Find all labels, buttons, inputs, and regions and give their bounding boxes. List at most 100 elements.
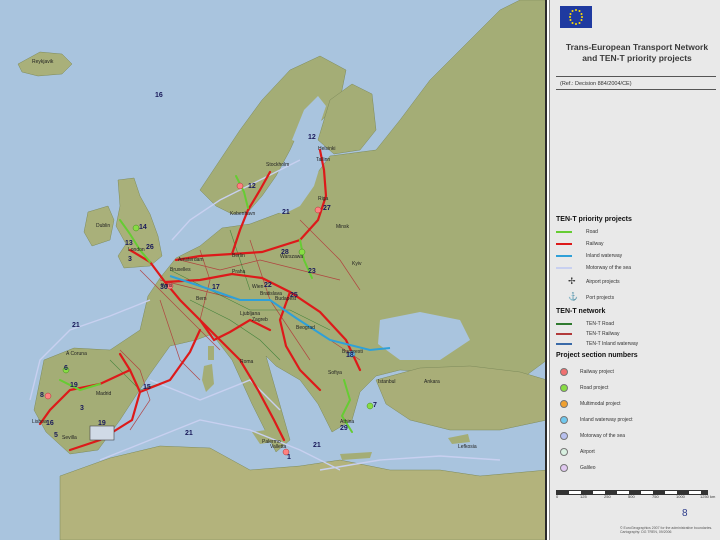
legend-item-label: Inland waterway project xyxy=(580,417,633,423)
map-city-label: Kobenhavn xyxy=(230,211,256,217)
project-number-label: 1 xyxy=(287,454,291,461)
map-city-label: Wien xyxy=(252,284,264,290)
map-city-label: Zagreb xyxy=(252,317,268,323)
legend-panel: Trans-European Transport Network and TEN… xyxy=(549,0,720,540)
project-number-label: 21 xyxy=(185,430,193,437)
project-number-label: 12 xyxy=(248,183,256,190)
legend-item-label: TEN-T Road xyxy=(586,321,614,327)
map-city-label: Roma xyxy=(240,359,254,365)
project-number-label: 7 xyxy=(373,402,377,409)
legend-item-label: Railway project xyxy=(580,369,614,375)
project-number-label: 23 xyxy=(308,268,316,275)
legend-circle-swatch xyxy=(560,432,568,440)
project-number-label: 21 xyxy=(313,442,321,449)
project-number-label: 30 xyxy=(160,284,168,291)
map-city-label: Ankara xyxy=(424,379,440,385)
network-heading: TEN-T network xyxy=(556,308,606,315)
legend-circle-swatch xyxy=(560,448,568,456)
airport-icon: ✢ xyxy=(568,276,576,286)
map-city-label: Helsinki xyxy=(318,146,336,152)
map-city-label: Bratislava xyxy=(260,291,282,297)
legend-item-label: Airport xyxy=(580,449,595,455)
europe-map[interactable]: Reykjavik Stockholm Helsinki Tallinn Kobenha… xyxy=(0,0,547,540)
map-credit: © EuroGeographics 2007 for the administr… xyxy=(620,526,713,534)
legend-item-label: Road xyxy=(586,229,598,235)
land-cyprus xyxy=(448,434,470,444)
project-number-label: 21 xyxy=(282,209,290,216)
map-city-label: Praha xyxy=(232,269,246,275)
legend-circle-swatch xyxy=(560,400,568,408)
anchor-icon: ⚓ xyxy=(568,292,578,301)
scale-tick-label: 0 xyxy=(556,494,559,499)
legend-item-label: TEN-T Railway xyxy=(586,331,620,337)
map-city-label: Valletta xyxy=(270,444,287,450)
legend-line-swatch xyxy=(556,243,572,245)
slide-number: 8 xyxy=(682,508,688,519)
inset-box xyxy=(89,425,115,441)
legend-title: Trans-European Transport Network and TEN… xyxy=(565,42,709,63)
map-canvas xyxy=(17,0,545,540)
legend-item-label: Inland waterway xyxy=(586,253,623,259)
decision-reference: (Ref.: Decision 884/2004/CE) xyxy=(556,76,716,90)
map-city-label: Berlin xyxy=(232,253,245,259)
land-sardinia xyxy=(202,364,214,392)
map-city-label: Lefkosia xyxy=(458,444,477,450)
map-city-label: A Coruna xyxy=(66,351,87,357)
map-city-label: Sofiya xyxy=(328,370,342,376)
legend-line-swatch xyxy=(556,255,572,257)
land-north-africa xyxy=(59,445,545,540)
legend-line-swatch xyxy=(556,343,572,345)
project-number-label: 6 xyxy=(64,365,68,372)
scale-tick-label: 125 xyxy=(580,494,587,499)
map-city-label: Amsterdam xyxy=(178,257,204,263)
land-crete xyxy=(340,452,372,460)
project-number-label: 17 xyxy=(212,284,220,291)
scale-tick-label: 750 xyxy=(652,494,659,499)
map-city-label: Riga xyxy=(318,196,329,202)
land-corsica xyxy=(208,346,214,360)
map-city-label: Madrid xyxy=(96,391,112,397)
scale-tick-label: 1000 xyxy=(676,494,685,499)
priority-projects-heading: TEN-T priority projects xyxy=(556,216,632,223)
project-number-label: 28 xyxy=(281,249,289,256)
map-city-label: Lisboa xyxy=(32,419,47,425)
map-city-label: Bern xyxy=(196,296,207,302)
map-city-label: Reykjavik xyxy=(32,59,54,65)
project-number-label: 22 xyxy=(264,282,272,289)
legend-circle-swatch xyxy=(560,464,568,472)
project-number-label: 5 xyxy=(54,432,58,439)
map-city-label: Sevilla xyxy=(62,435,77,441)
land-turkey xyxy=(375,365,545,431)
legend-item-label: TEN-T Inland waterway xyxy=(586,341,639,347)
project-number-label: 13 xyxy=(125,240,133,247)
project-number-label: 3 xyxy=(128,256,132,263)
project-number-label: 19 xyxy=(70,382,78,389)
section-numbers-heading: Project section numbers xyxy=(556,352,638,359)
legend-item-label: Motorway of the sea xyxy=(580,433,626,439)
map-city-label: Minsk xyxy=(336,224,350,230)
legend-circle-swatch xyxy=(560,416,568,424)
project-number-label: 26 xyxy=(146,244,154,251)
legend-circle-swatch xyxy=(560,384,568,392)
legend-item-label: Multimodal project xyxy=(580,401,621,407)
scale-tick-label: 1250 km xyxy=(700,494,716,499)
eu-flag-icon xyxy=(560,6,592,28)
project-number-label: 15 xyxy=(143,384,151,391)
legend-item-label: Railway xyxy=(586,241,604,247)
map-city-label: Stockholm xyxy=(266,162,290,168)
map-city-label: Dublin xyxy=(96,223,111,229)
legend-line-swatch xyxy=(556,267,572,269)
map-city-label: Beograd xyxy=(296,325,315,331)
project-number-label: 3 xyxy=(80,405,84,412)
map-city-label: Kyiv xyxy=(352,261,362,267)
project-number-label: 14 xyxy=(139,224,147,231)
scale-tick-label: 500 xyxy=(628,494,635,499)
scale-bar: 0 125 250 500 750 1000 1250 km xyxy=(556,490,716,499)
project-number-label: 25 xyxy=(290,292,298,299)
legend-line-swatch xyxy=(556,333,572,335)
project-number-label: 18 xyxy=(346,352,354,359)
map-city-label: Palermo xyxy=(262,439,281,445)
project-number-label: 29 xyxy=(340,425,348,432)
project-number-label: 12 xyxy=(308,134,316,141)
legend-item-label: Motorway of the sea xyxy=(586,265,632,271)
